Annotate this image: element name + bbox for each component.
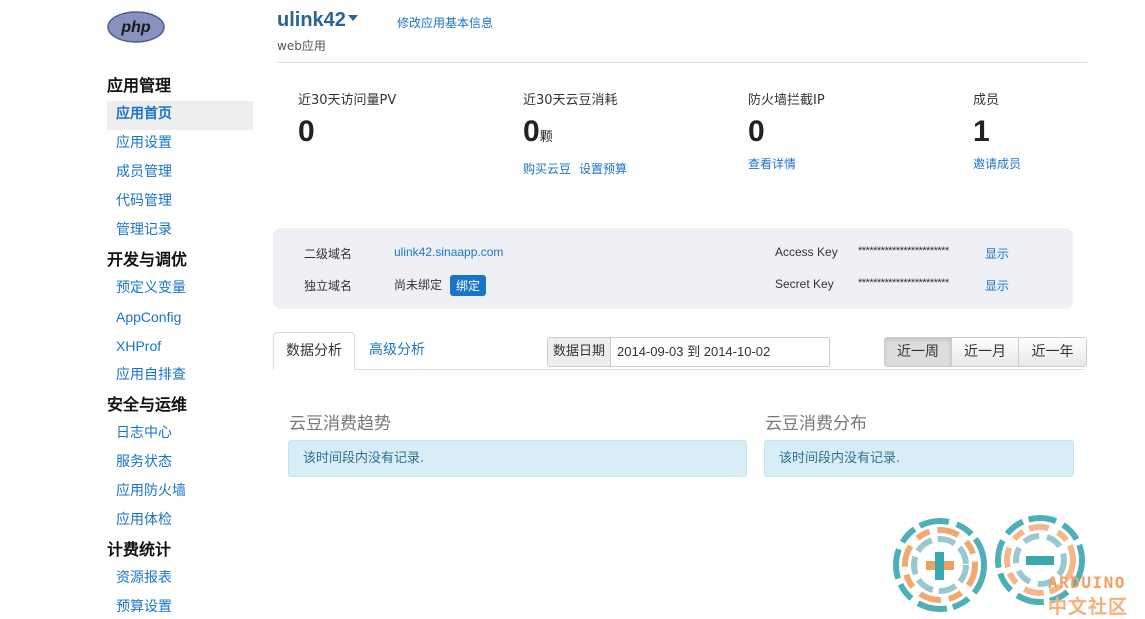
date-filter: 数据日期 2014-09-03 到 2014-10-02 [547,337,831,367]
date-filter-label: 数据日期 [548,338,612,366]
subdomain-label: 二级域名 [304,247,353,261]
subdomain-link[interactable]: ulink42.sinaapp.com [394,245,503,259]
stat-members: 成员 1 邀请成员 [973,89,1029,172]
date-range-input[interactable]: 2014-09-03 到 2014-10-02 [611,338,830,366]
bean-trend-title: 云豆消费趋势 [289,414,391,434]
sidebar-group-dev: 开发与调优 [107,250,188,269]
stat-value: 0 [748,115,765,148]
invite-member-link[interactable]: 邀请成员 [973,157,1021,171]
show-secret-key-link[interactable]: 显示 [985,277,1009,294]
stat-firewall: 防火墙拦截IP 0 查看详情 [748,89,825,172]
custom-domain-value: 尚未绑定 [394,278,443,292]
caret-down-icon [347,14,358,21]
stat-pv: 近30天访问量PV 0 [298,89,396,149]
sidebar-item-service-status[interactable]: 服务状态 [107,449,253,478]
access-key-label: Access Key [775,245,838,259]
set-budget-link[interactable]: 设置预算 [579,162,627,176]
header-divider [277,62,1087,63]
stat-value: 0 [298,115,315,148]
sidebar-item-xhprof[interactable]: XHProf [107,333,253,362]
app-name: ulink42 [277,9,346,31]
app-name-dropdown[interactable]: ulink42 [277,9,358,32]
sidebar-item-predefined-vars[interactable]: 预定义变量 [107,275,253,304]
sidebar-item-log-center[interactable]: 日志中心 [107,420,253,449]
stat-beans: 近30天云豆消耗 0颗 购买云豆 设置预算 [523,89,635,177]
php-logo: php [107,11,165,43]
buy-beans-link[interactable]: 购买云豆 [523,162,571,176]
tab-advanced-analysis[interactable]: 高级分析 [357,332,437,370]
watermark-text-community: 中文社区 [1048,596,1129,618]
stat-label: 近30天访问量PV [298,93,397,108]
range-week-button[interactable]: 近一周 [885,338,952,366]
sidebar-item-budget[interactable]: 预算设置 [107,594,253,619]
sidebar-item-self-check[interactable]: 应用自排查 [107,362,253,391]
secret-key-value: ************************ [858,277,949,289]
sidebar-item-app-home[interactable]: 应用首页 [107,101,253,130]
sidebar-item-resource-report[interactable]: 资源报表 [107,565,253,594]
tab-data-analysis[interactable]: 数据分析 [273,332,355,370]
sidebar-item-logs[interactable]: 管理记录 [107,217,253,246]
stat-value: 0颗 [523,115,553,148]
stat-label: 防火墙拦截IP [748,93,825,108]
stat-value: 1 [973,115,990,148]
stat-label: 成员 [973,93,1000,108]
watermark-text-arduino: ARDUINO [1048,573,1126,592]
custom-domain-label: 独立域名 [304,279,353,293]
range-month-button[interactable]: 近一月 [952,338,1019,366]
svg-text:php: php [120,19,151,36]
domain-info-box: 二级域名 ulink42.sinaapp.com 独立域名 尚未绑定 绑定 Ac… [273,228,1073,309]
stat-unit: 颗 [539,129,553,144]
app-type: web应用 [277,39,326,53]
sidebar-item-appconfig[interactable]: AppConfig [107,304,253,333]
sidebar-group-security: 安全与运维 [107,395,188,414]
show-access-key-link[interactable]: 显示 [985,245,1009,262]
bean-distribution-empty-alert: 该时间段内没有记录. [764,440,1074,477]
bean-distribution-title: 云豆消费分布 [765,414,867,434]
sidebar: 应用管理 应用首页 应用设置 成员管理 代码管理 管理记录 开发与调优 预定义变… [107,72,253,619]
stat-label: 近30天云豆消耗 [523,93,618,108]
access-key-value: ************************ [858,245,949,257]
sidebar-item-app-settings[interactable]: 应用设置 [107,130,253,159]
sidebar-item-firewall[interactable]: 应用防火墙 [107,478,253,507]
view-details-link[interactable]: 查看详情 [748,157,796,171]
sidebar-item-code[interactable]: 代码管理 [107,188,253,217]
sidebar-group-app-management: 应用管理 [107,76,172,95]
bind-domain-button[interactable]: 绑定 [450,275,487,296]
secret-key-label: Secret Key [775,277,834,291]
sidebar-item-health-check[interactable]: 应用体检 [107,507,253,536]
range-year-button[interactable]: 近一年 [1019,338,1086,366]
bean-trend-empty-alert: 该时间段内没有记录. [288,440,747,477]
sidebar-item-members[interactable]: 成员管理 [107,159,253,188]
edit-app-info-link[interactable]: 修改应用基本信息 [397,14,493,31]
sidebar-group-billing: 计费统计 [107,540,172,559]
range-button-group: 近一周 近一月 近一年 [884,337,1087,367]
